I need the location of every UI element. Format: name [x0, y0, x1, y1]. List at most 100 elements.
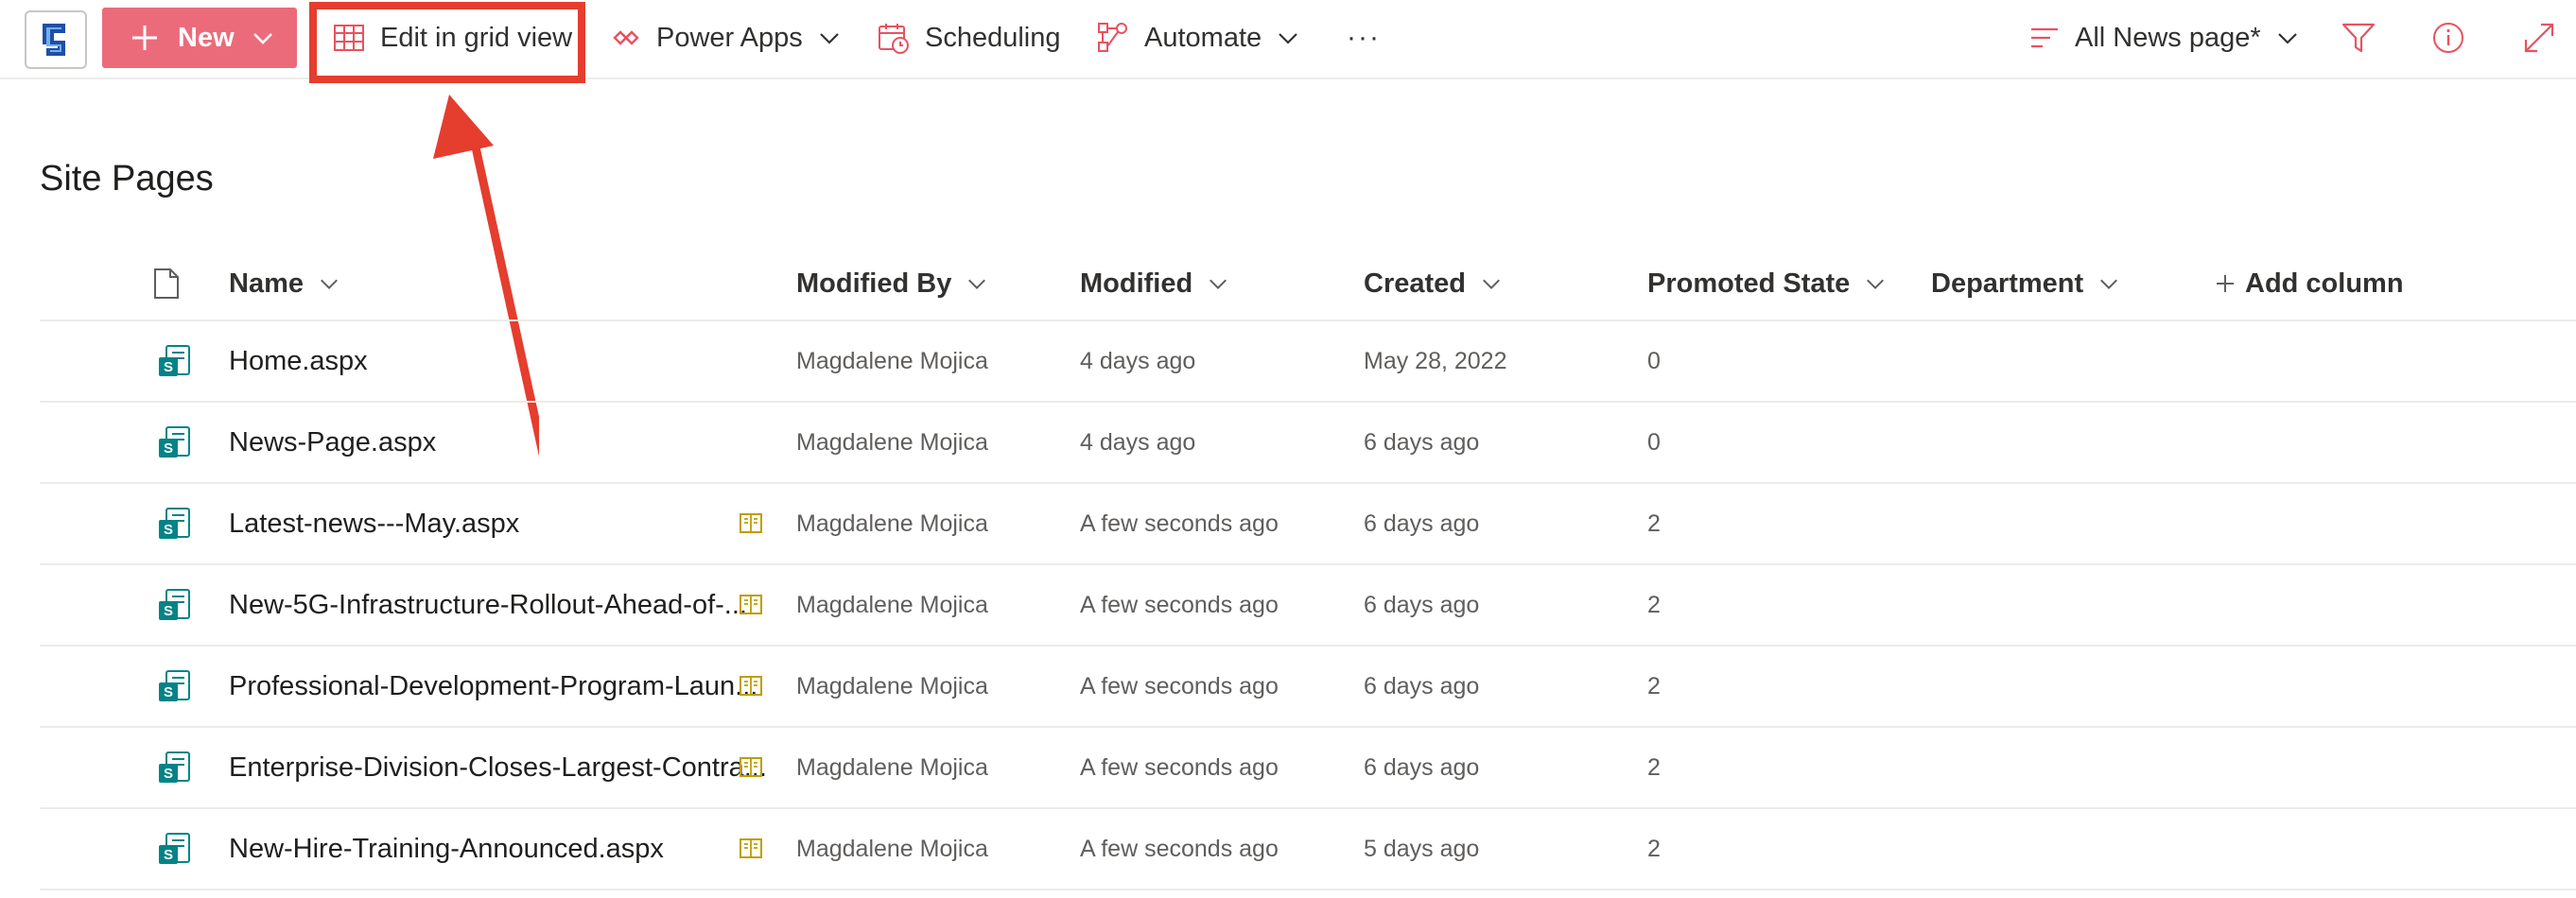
column-header-promoted-state-label: Promoted State	[1647, 268, 1851, 299]
table-row[interactable]: S New-Hire-Training-Announced.aspx Magdale…	[40, 809, 2576, 890]
row-promoted-state: 2	[1647, 509, 1661, 537]
table-row[interactable]: S News-Page.aspx Magdalene Mojica 4 days ag…	[40, 403, 2576, 484]
column-header-created[interactable]: Created	[1364, 248, 1502, 319]
add-column-button[interactable]: Add column	[2215, 248, 2404, 319]
column-header-modified[interactable]: Modified	[1080, 248, 1228, 319]
command-bar: New Edit in grid view Power Apps Schedul…	[0, 0, 2576, 79]
table-row[interactable]: S New-5G-Infrastructure-Rollout-Ahead-of-…	[40, 565, 2576, 647]
row-created: 6 days ago	[1364, 509, 1480, 537]
sharepoint-page-icon: S	[153, 403, 195, 482]
edit-in-grid-view-button[interactable]: Edit in grid view	[333, 0, 572, 76]
chevron-down-icon	[2277, 33, 2297, 44]
calendar-icon	[879, 24, 909, 54]
scheduling-label: Scheduling	[925, 22, 1061, 53]
row-name-link[interactable]: New-5G-Infrastructure-Rollout-Ahead-of-.…	[229, 565, 772, 645]
info-icon	[2433, 23, 2463, 53]
row-modified: 4 days ago	[1080, 347, 1196, 374]
file-type-column-header[interactable]	[153, 248, 180, 319]
book-icon	[732, 647, 770, 726]
automate-button[interactable]: Automate	[1097, 0, 1299, 76]
svg-text:S: S	[164, 603, 173, 619]
new-button[interactable]: New	[102, 8, 297, 68]
column-header-department[interactable]: Department	[1931, 248, 2119, 319]
svg-text:S: S	[164, 359, 173, 375]
column-header-name[interactable]: Name	[229, 248, 339, 319]
scheduling-button[interactable]: Scheduling	[878, 0, 1061, 76]
chevron-down-icon	[1483, 279, 1500, 290]
row-created: 6 days ago	[1364, 753, 1480, 781]
row-created: 6 days ago	[1364, 672, 1480, 699]
table-row[interactable]: S Latest-news---May.aspx Magdalene Mojica A…	[40, 484, 2576, 565]
info-button[interactable]	[2432, 0, 2464, 76]
column-header-name-label: Name	[229, 268, 304, 299]
filter-icon	[2341, 23, 2376, 53]
column-header-created-label: Created	[1364, 268, 1466, 299]
chevron-down-icon	[968, 279, 986, 290]
row-modified-by: Magdalene Mojica	[796, 753, 988, 781]
new-button-label: New	[178, 22, 235, 53]
column-header-modified-by[interactable]: Modified By	[796, 248, 987, 319]
row-created: May 28, 2022	[1364, 347, 1507, 374]
table-row[interactable]: S Enterprise-Division-Closes-Largest-Cont…	[40, 728, 2576, 809]
row-modified-by: Magdalene Mojica	[796, 672, 988, 699]
book-icon	[732, 809, 770, 889]
row-created: 5 days ago	[1364, 835, 1480, 862]
row-name-link[interactable]: Professional-Development-Program-Laun...	[229, 647, 772, 726]
row-name-link[interactable]: Enterprise-Division-Closes-Largest-Contr…	[229, 728, 772, 807]
row-created: 6 days ago	[1364, 591, 1480, 618]
chevron-down-icon	[2100, 279, 2118, 290]
sharepoint-page-icon: S	[153, 809, 195, 889]
row-promoted-state: 0	[1647, 428, 1661, 456]
row-promoted-state: 2	[1647, 591, 1661, 618]
book-icon	[732, 728, 770, 807]
svg-text:S: S	[164, 440, 173, 457]
page-title: Site Pages	[40, 159, 214, 199]
column-header-promoted-state[interactable]: Promoted State	[1647, 248, 1886, 319]
expand-button[interactable]	[2523, 0, 2555, 76]
add-column-label: Add column	[2245, 268, 2404, 299]
sharepoint-page-icon: S	[153, 647, 195, 726]
more-options-button[interactable]: ···	[1347, 0, 1381, 76]
plus-icon	[132, 26, 157, 50]
row-promoted-state: 2	[1647, 672, 1661, 699]
row-name-link[interactable]: News-Page.aspx	[229, 403, 772, 482]
view-selector[interactable]: All News page*	[2029, 0, 2299, 76]
svg-text:S: S	[164, 684, 173, 700]
column-header-modified-label: Modified	[1080, 268, 1193, 299]
row-modified: 4 days ago	[1080, 428, 1196, 456]
row-name-link[interactable]: Home.aspx	[229, 321, 772, 401]
row-modified-by: Magdalene Mojica	[796, 835, 988, 862]
power-apps-icon	[613, 30, 639, 45]
row-created: 6 days ago	[1364, 428, 1480, 456]
sharepoint-logo-icon[interactable]	[25, 10, 87, 69]
row-promoted-state: 2	[1647, 753, 1661, 781]
power-apps-label: Power Apps	[656, 22, 803, 53]
power-apps-button[interactable]: Power Apps	[611, 0, 841, 76]
document-icon	[154, 268, 179, 299]
row-modified-by: Magdalene Mojica	[796, 591, 988, 618]
row-name-link[interactable]: New-Hire-Training-Announced.aspx	[229, 809, 772, 889]
row-modified: A few seconds ago	[1080, 672, 1279, 699]
lines-icon	[2031, 27, 2058, 48]
filter-button[interactable]	[2341, 0, 2376, 76]
row-promoted-state: 2	[1647, 835, 1661, 862]
table-row[interactable]: S Professional-Development-Program-Laun..…	[40, 647, 2576, 728]
sharepoint-page-icon: S	[153, 728, 195, 807]
svg-text:S: S	[164, 766, 173, 782]
row-modified-by: Magdalene Mojica	[796, 347, 988, 374]
row-modified: A few seconds ago	[1080, 591, 1279, 618]
list-header: Name Modified By Modified Created Promot…	[40, 248, 2576, 321]
table-row[interactable]: S Home.aspx Magdalene Mojica 4 days ago May …	[40, 321, 2576, 403]
view-selector-label: All News page*	[2075, 22, 2261, 53]
chevron-down-icon	[252, 33, 272, 44]
column-header-modified-by-label: Modified By	[796, 268, 952, 299]
more-icon: ···	[1347, 22, 1381, 53]
plus-icon	[2217, 275, 2234, 292]
expand-icon	[2524, 23, 2554, 53]
row-name-link[interactable]: Latest-news---May.aspx	[229, 484, 772, 563]
chevron-down-icon	[1867, 279, 1885, 290]
svg-text:S: S	[164, 522, 173, 538]
chevron-down-icon	[321, 279, 338, 290]
book-icon	[732, 484, 770, 563]
svg-text:S: S	[164, 847, 173, 863]
